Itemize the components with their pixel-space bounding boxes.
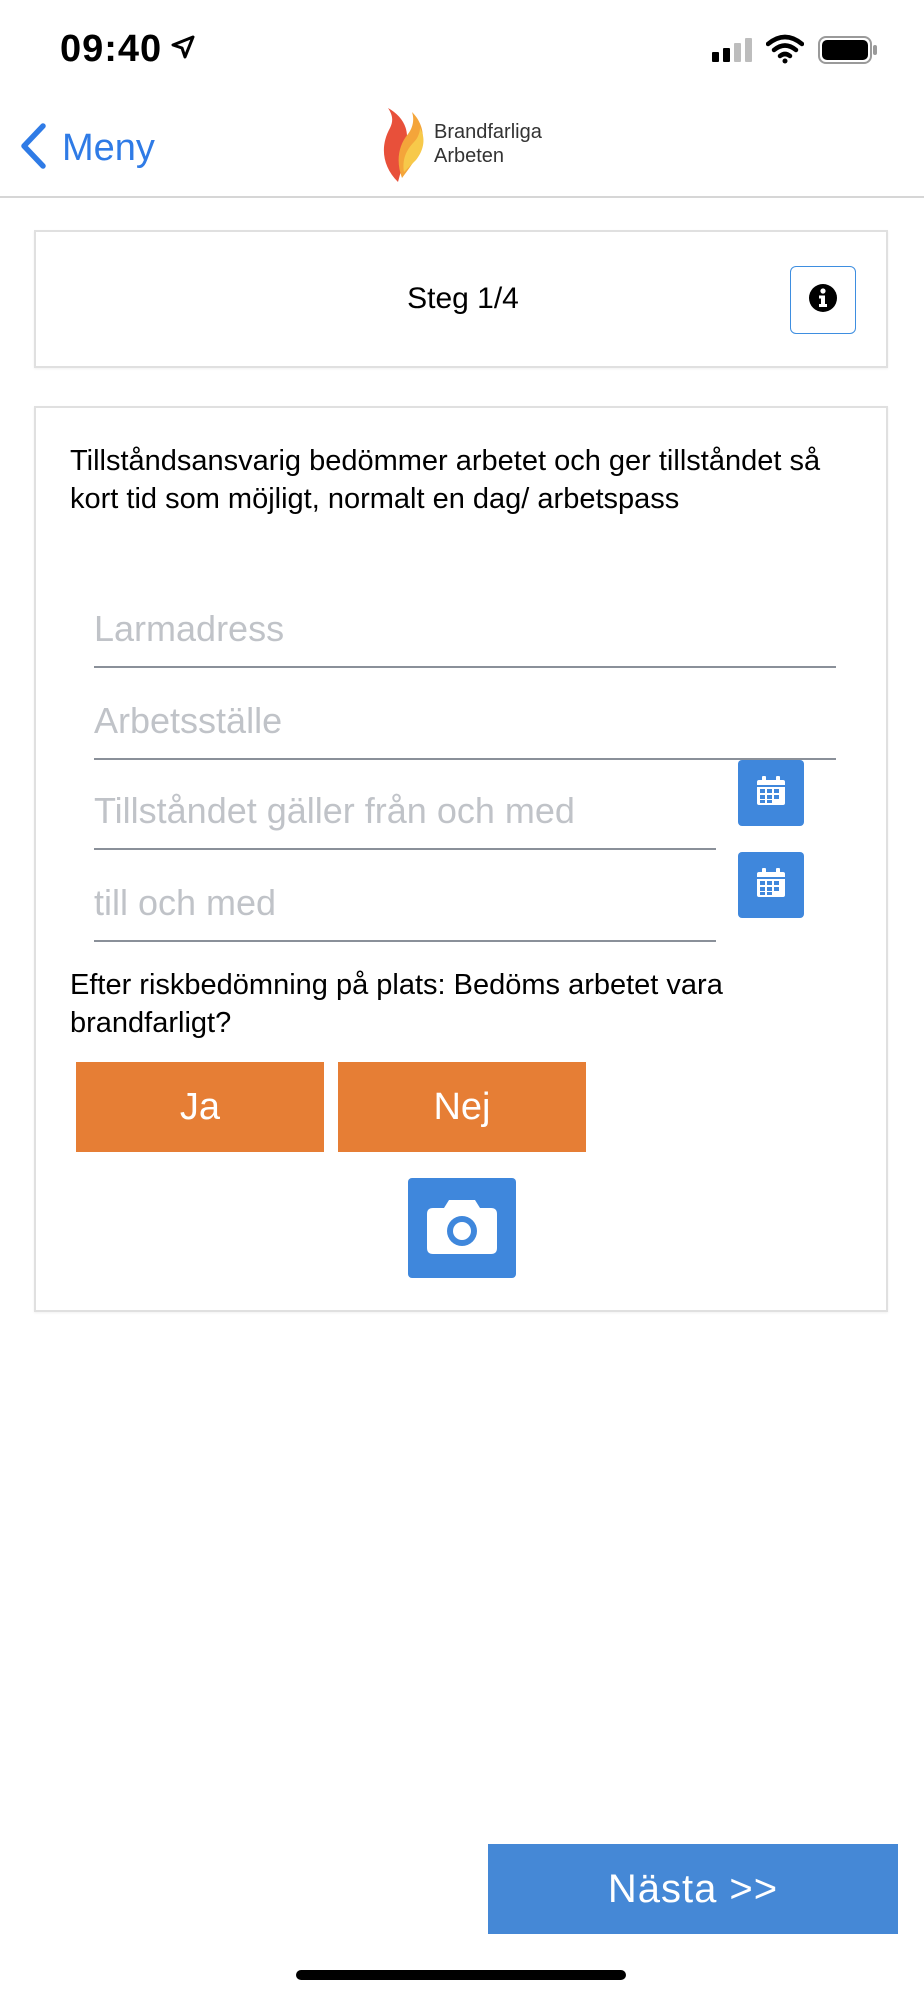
- intro-text: Tillståndsansvarig bedömmer arbetet och …: [70, 445, 821, 515]
- signal-icon: [712, 38, 754, 69]
- valid-from-calendar-button[interactable]: [738, 760, 804, 826]
- chevron-left-icon: [18, 122, 48, 175]
- status-bar: 09:40: [0, 0, 924, 100]
- workplace-input[interactable]: [94, 700, 836, 742]
- home-indicator: [296, 1970, 626, 1980]
- logo-text-line1: Brandfarliga: [434, 121, 542, 143]
- nav-bar: Meny Brandfarliga Arbeten: [0, 100, 924, 198]
- flame-logo-icon: [383, 108, 424, 182]
- app-logo: Brandfarliga Arbeten: [376, 106, 556, 186]
- valid-to-input[interactable]: [94, 882, 716, 924]
- location-arrow-icon: [170, 34, 196, 65]
- alarm-address-field: [94, 580, 836, 668]
- fire-risk-question: Efter riskbedömning på plats: Bedöms arb…: [70, 969, 723, 1039]
- camera-icon: [425, 1196, 499, 1261]
- calendar-icon: [755, 867, 787, 904]
- back-label: Meny: [62, 126, 155, 169]
- camera-button[interactable]: [408, 1178, 516, 1278]
- status-time: 09:40: [60, 28, 163, 70]
- step-card: Steg 1/4: [34, 230, 888, 368]
- permit-form-card: Tillståndsansvarig bedömmer arbetet och …: [34, 406, 888, 1312]
- valid-to-calendar-button[interactable]: [738, 852, 804, 918]
- valid-from-field: [94, 762, 716, 850]
- valid-from-input[interactable]: [94, 790, 716, 832]
- next-button[interactable]: Nästa >>: [488, 1844, 898, 1934]
- no-button[interactable]: Nej: [338, 1062, 586, 1152]
- back-button[interactable]: Meny: [18, 120, 155, 176]
- info-icon: [808, 283, 838, 318]
- battery-icon: [818, 36, 878, 69]
- valid-to-field: [94, 854, 716, 942]
- step-indicator: Steg 1/4: [407, 282, 519, 315]
- calendar-icon: [755, 775, 787, 812]
- alarm-address-input[interactable]: [94, 608, 836, 650]
- yes-button[interactable]: Ja: [76, 1062, 324, 1152]
- workplace-field: [94, 672, 836, 760]
- logo-text: Brandfarliga Arbeten: [434, 120, 564, 168]
- wifi-icon: [765, 34, 805, 69]
- info-button[interactable]: [790, 266, 856, 334]
- logo-text-line2: Arbeten: [434, 145, 505, 167]
